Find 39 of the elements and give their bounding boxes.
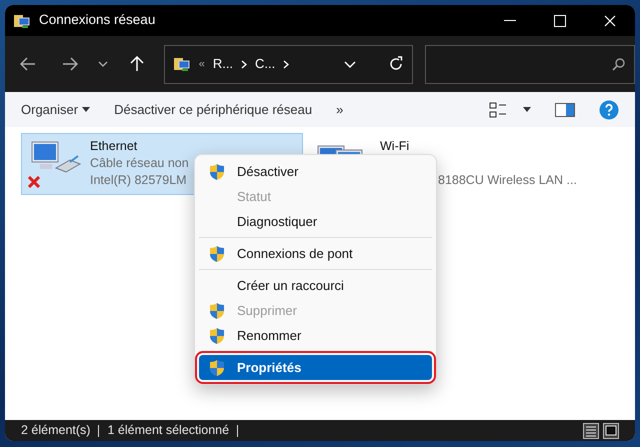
connection-detail: Intel(R) 82579LM xyxy=(90,172,188,189)
more-commands-button[interactable]: » xyxy=(336,100,344,120)
tiles-view-icon[interactable] xyxy=(603,422,619,438)
refresh-icon[interactable] xyxy=(388,56,404,72)
details-view-icon[interactable] xyxy=(583,422,599,438)
dropdown-icon[interactable] xyxy=(344,60,356,68)
disable-device-button[interactable]: Désactiver ce périphérique réseau xyxy=(114,100,312,120)
item-count: 2 élément(s) xyxy=(21,422,90,440)
selection-count: 1 élément sélectionné xyxy=(107,422,230,440)
breadcrumb-link[interactable]: R... xyxy=(212,54,234,74)
view-options-icon[interactable] xyxy=(489,102,507,118)
back-arrow-icon[interactable] xyxy=(20,57,36,71)
forward-arrow-icon[interactable] xyxy=(62,57,78,71)
help-icon[interactable] xyxy=(599,100,619,120)
connection-name: Wi-Fi xyxy=(380,138,410,155)
preview-pane-icon[interactable] xyxy=(555,102,575,116)
menu-item[interactable]: Créer un raccourci xyxy=(199,273,432,298)
menu-item[interactable]: Connexions de pont xyxy=(199,241,432,266)
up-arrow-icon[interactable] xyxy=(130,56,144,72)
menu-item[interactable]: Propriétés xyxy=(199,355,432,380)
menu-item[interactable]: Renommer xyxy=(199,323,432,348)
minimize-icon[interactable] xyxy=(504,20,516,22)
window-title: Connexions réseau xyxy=(39,11,156,30)
overflow-marker: « xyxy=(198,56,205,72)
chevron-icon[interactable] xyxy=(98,61,108,67)
network-folder-icon xyxy=(172,55,191,73)
address-bar[interactable]: « R... C... xyxy=(164,44,414,84)
breadcrumb-link[interactable]: C... xyxy=(255,54,276,74)
caret-icon[interactable] xyxy=(82,107,90,112)
organize-menu[interactable]: Organiser xyxy=(21,100,90,120)
connection-detail: Câble réseau non xyxy=(90,155,189,172)
maximize-icon[interactable] xyxy=(554,14,566,26)
connection-detail: 8188CU Wireless LAN ... xyxy=(437,172,577,189)
connection-name: Ethernet xyxy=(90,138,138,155)
menu-item[interactable]: Diagnostiquer xyxy=(199,209,432,234)
search-icon xyxy=(612,57,626,71)
search-field[interactable] xyxy=(425,44,635,84)
caret-icon[interactable] xyxy=(523,107,531,112)
close-icon[interactable] xyxy=(604,14,616,26)
